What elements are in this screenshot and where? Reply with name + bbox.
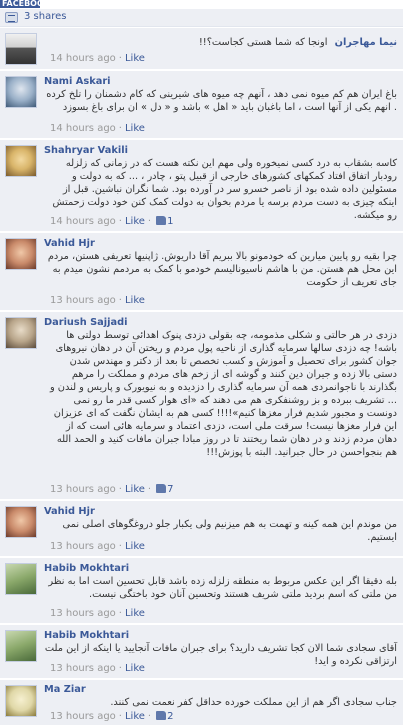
avatar[interactable] [5,685,37,717]
comment-body: Vahid Hjr چرا بقیه رو پایین میارین که خو… [44,237,397,289]
comment-author[interactable]: Nami Askari [44,76,111,87]
comment-time[interactable]: 13 hours ago [50,663,116,674]
meta-separator: · [118,295,122,306]
comment-time[interactable]: 14 hours ago [50,216,116,227]
share-icon [5,12,18,23]
comment-time[interactable]: 13 hours ago [50,295,116,306]
comment-text: من موندم این همه کینه و تهمت به هم میزنی… [62,519,397,543]
comment-author[interactable]: Dariush Sajjadi [44,317,128,328]
comment-time[interactable]: 14 hours ago [50,53,116,64]
comment-body: نیما مهاجران اونجا که شما هستی کجاست؟!! [44,36,397,49]
comment-author[interactable]: Shahryar Vakili [44,145,128,156]
comment-time[interactable]: 13 hours ago [50,608,116,619]
site-tab: FACEBOOK [0,0,40,8]
like-link[interactable]: Like [125,541,145,552]
comment-meta: 13 hours ago · Like [50,541,145,552]
meta-separator: · [118,711,122,722]
like-link[interactable]: Like [125,123,145,134]
like-count[interactable]: 2 [167,711,173,722]
comment-text: چرا بقیه رو پایین میارین که خودمونو بالا… [47,251,397,288]
comment-item: Vahid Hjr من موندم این همه کینه و تهمت ب… [0,501,403,557]
comment-body: Dariush Sajjadi دزدی در هر حالتی و شکلی … [44,316,397,459]
comment-time[interactable]: 13 hours ago [50,711,116,722]
like-link[interactable]: Like [125,216,145,227]
comment-item: Vahid Hjr چرا بقیه رو پایین میارین که خو… [0,233,403,311]
avatar[interactable] [5,630,37,662]
avatar[interactable] [5,506,37,538]
comment-body: Ma Ziar جناب سجادی اگر هم از این مملکت خ… [44,683,397,709]
comment-author[interactable]: نیما مهاجران [335,37,397,48]
meta-separator: · [118,541,122,552]
comment-body: Habib Mokhtari بله دقیقا اگر این عکس مرب… [44,562,397,601]
comment-author[interactable]: Habib Mokhtari [44,563,129,574]
comment-time[interactable]: 13 hours ago [50,484,116,495]
comment-body: Nami Askari باغ ایران هم کم میوه نمی دهد… [44,75,397,114]
like-link[interactable]: Like [125,711,145,722]
like-link[interactable]: Like [125,53,145,64]
meta-separator: · [147,484,152,495]
avatar[interactable] [5,33,37,65]
comment-meta: 13 hours ago · Like [50,608,145,619]
like-count[interactable]: 1 [167,216,173,227]
comment-meta: 13 hours ago · Like [50,295,145,306]
avatar[interactable] [5,145,37,177]
comment-body: Shahryar Vakili کاسه بشقاب به درد کسی نم… [44,144,397,222]
meta-separator: · [147,216,152,227]
comment-time[interactable]: 14 hours ago [50,123,116,134]
comment-text: جناب سجادی اگر هم از این مملکت خورده حدا… [110,697,397,708]
meta-separator: · [118,484,122,495]
meta-separator: · [118,216,122,227]
like-link[interactable]: Like [125,663,145,674]
avatar[interactable] [5,563,37,595]
meta-separator: · [118,53,122,64]
shares-bar[interactable]: 3 shares [0,9,403,27]
comment-meta: 13 hours ago · Like · 2 [50,711,173,722]
comment-text: اونجا که شما هستی کجاست؟!! [198,37,328,48]
comment-item: Ma Ziar جناب سجادی اگر هم از این مملکت خ… [0,680,403,726]
comment-item: نیما مهاجران اونجا که شما هستی کجاست؟!! … [0,28,403,70]
like-count[interactable]: 7 [167,484,173,495]
meta-separator: · [147,711,152,722]
comment-meta: 13 hours ago · Like [50,663,145,674]
meta-separator: · [118,123,122,134]
meta-separator: · [118,608,122,619]
comment-item: Habib Mokhtari بله دقیقا اگر این عکس مرب… [0,558,403,624]
comment-meta: 14 hours ago · Like [50,123,145,134]
like-link[interactable]: Like [125,608,145,619]
meta-separator: · [118,663,122,674]
comment-text: دزدی در هر حالتی و شکلی مذمومه، چه بقولی… [49,330,397,458]
shares-count-link[interactable]: 3 shares [24,11,66,22]
comment-meta: 14 hours ago · Like · 1 [50,216,173,227]
like-link[interactable]: Like [125,484,145,495]
comment-item: Dariush Sajjadi دزدی در هر حالتی و شکلی … [0,312,403,500]
comment-author[interactable]: Vahid Hjr [44,238,95,249]
comment-body: Vahid Hjr من موندم این همه کینه و تهمت ب… [44,505,397,544]
like-link[interactable]: Like [125,295,145,306]
avatar[interactable] [5,76,37,108]
thumbs-up-icon [156,216,167,225]
comment-author[interactable]: Vahid Hjr [44,506,95,517]
comment-item: Habib Mokhtari آقای سجادی شما الان کجا ت… [0,625,403,679]
comment-text: بله دقیقا اگر این عکس مربوط به منطقه زلز… [48,576,397,600]
comment-item: Nami Askari باغ ایران هم کم میوه نمی دهد… [0,71,403,139]
comment-item: Shahryar Vakili کاسه بشقاب به درد کسی نم… [0,140,403,232]
comment-time[interactable]: 13 hours ago [50,541,116,552]
avatar[interactable] [5,238,37,270]
comment-text: باغ ایران هم کم میوه نمی دهد ، آنهم چه م… [46,89,397,113]
avatar[interactable] [5,317,37,349]
comment-meta: 13 hours ago · Like · 7 [50,484,173,495]
comment-author[interactable]: Habib Mokhtari [44,630,129,641]
comment-meta: 14 hours ago · Like [50,53,145,64]
thumbs-up-icon [156,711,167,720]
comment-text: کاسه بشقاب به درد کسی نمیخوره ولی مهم ای… [52,158,397,221]
comment-author[interactable]: Ma Ziar [44,684,86,695]
thumbs-up-icon [156,484,167,493]
